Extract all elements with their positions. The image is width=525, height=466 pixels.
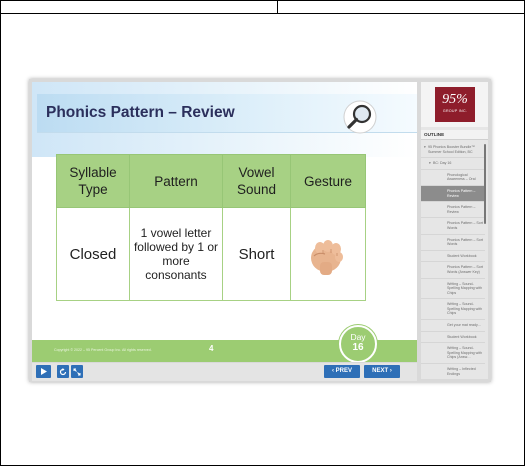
header-syllable-type: Syllable Type (56, 154, 130, 208)
outline-item-label: Phonological Awareness – Oral (447, 172, 476, 182)
fullscreen-icon (73, 368, 81, 375)
outline-item[interactable]: Writing – Inflected Endings (421, 364, 485, 379)
outline-item[interactable]: Phonics Pattern – Sort Words (Answer Key… (421, 262, 485, 279)
outline-item[interactable]: Phonics Pattern – Review (421, 185, 485, 203)
header-vowel-sound: Vowel Sound (222, 154, 291, 208)
day-badge: Day 16 (339, 325, 377, 362)
outline-item-label: Phonics Pattern – Sort Words (447, 237, 483, 247)
outline-item-label: Phonics Pattern – Sort Words (447, 221, 483, 230)
top-divider (277, 0, 278, 13)
outline-item[interactable]: Student Workbook (421, 332, 485, 344)
outline-item-label: Writing – Sound-Spelling Mapping with Ch… (447, 346, 482, 360)
caret-down-icon[interactable]: ▾ (429, 161, 431, 166)
closed-fist-icon (311, 240, 343, 275)
play-button[interactable] (36, 365, 51, 378)
outline-item[interactable]: Writing – Sound-Spelling Mapping with Ch… (421, 343, 485, 365)
outline-item[interactable]: Get your mat ready… (421, 320, 485, 332)
outline-item-label: Phonics Pattern – Sort Words (Answer Key… (447, 265, 483, 274)
player-controlbar: ‹ PREV NEXT › (32, 363, 417, 381)
outline-item[interactable]: Writing – Sound-Spelling Mapping with Ch… (421, 299, 485, 321)
outline-scrollbar[interactable] (484, 144, 486, 224)
outline-item[interactable]: Phonics Pattern – Sort Words (421, 218, 485, 235)
course-player: Phonics Pattern – Review Syllable Type P… (29, 79, 491, 382)
outline-item-label: Writing – Sound-Spelling Mapping with Ch… (447, 281, 482, 295)
copyright-text: Copyright © 2022 – 95 Percent Group Inc.… (54, 348, 152, 352)
outline-item-label: Writing – Inflected Endings (447, 367, 476, 376)
outline-heading: OUTLINE (421, 130, 488, 140)
outline-item[interactable]: Writing – Sound-Spelling Mapping with Ch… (421, 279, 485, 300)
header-gesture: Gesture (290, 154, 366, 208)
day-label: Day (350, 332, 366, 342)
outline-item-label: Student Workbook (447, 334, 477, 339)
cell-vowel-sound: Short (222, 207, 291, 301)
header-pattern: Pattern (129, 154, 223, 208)
cell-syllable-type: Closed (56, 207, 130, 301)
replay-button[interactable] (57, 365, 69, 378)
company-logo: 95% GROUP INC. (435, 87, 475, 122)
outline-item-label: 95 Phonics Booster Bundle™ Summer School… (428, 145, 475, 154)
caret-down-icon[interactable]: ▾ (424, 145, 426, 150)
outline-item-label: Student Workbook (447, 253, 477, 258)
outline-item-label: BC: Day 16 (433, 161, 452, 166)
prev-button[interactable]: ‹ PREV (324, 365, 360, 378)
outline-item[interactable]: ▾ BC: Day 16 (421, 158, 485, 170)
outline-item[interactable]: Phonics Pattern – Sort Words (421, 235, 485, 251)
next-button[interactable]: NEXT › (364, 365, 400, 378)
outline-item-label: Phonics Pattern – Review (447, 205, 476, 214)
table-header-row: Syllable Type Pattern Vowel Sound Gestur… (56, 154, 366, 208)
outline-item[interactable]: Phonics Pattern – Review (421, 202, 485, 219)
outline-item-label: Writing – Sound-Spelling Mapping with Ch… (447, 302, 482, 316)
magnifying-glass-icon (343, 100, 377, 134)
slide: Phonics Pattern – Review Syllable Type P… (32, 82, 417, 362)
outline-item[interactable]: Student Workbook (421, 251, 485, 263)
top-rule (0, 13, 525, 14)
fullscreen-button[interactable] (71, 365, 83, 378)
logo-main-text: 95% (442, 92, 468, 107)
slide-title: Phonics Pattern – Review (46, 104, 235, 121)
cell-gesture (290, 207, 366, 301)
replay-icon (59, 367, 67, 375)
outline-item[interactable]: Phonological Awareness – Oral (421, 170, 485, 186)
logo-box: 95% GROUP INC. (421, 82, 488, 127)
page-number: 4 (209, 344, 214, 353)
table-row: Closed 1 vowel letter followed by 1 or m… (56, 207, 366, 301)
phonics-pattern-table: Syllable Type Pattern Vowel Sound Gestur… (56, 154, 366, 301)
outline-item-label: Get your mat ready… (447, 323, 482, 328)
cell-pattern: 1 vowel letter followed by 1 or more con… (129, 207, 223, 301)
day-number: 16 (352, 342, 364, 353)
outline-list: ▾ 95 Phonics Booster Bundle™ Summer Schoo… (421, 142, 485, 379)
outline-item-label: Phonics Pattern – Review (447, 188, 476, 198)
play-icon (40, 368, 47, 375)
outline-sidebar: 95% GROUP INC. OUTLINE ▾ 95 Phonics Boost… (421, 82, 488, 379)
logo-sub-text: GROUP INC. (442, 109, 468, 113)
outline-item[interactable]: ▾ 95 Phonics Booster Bundle™ Summer Schoo… (421, 142, 485, 159)
